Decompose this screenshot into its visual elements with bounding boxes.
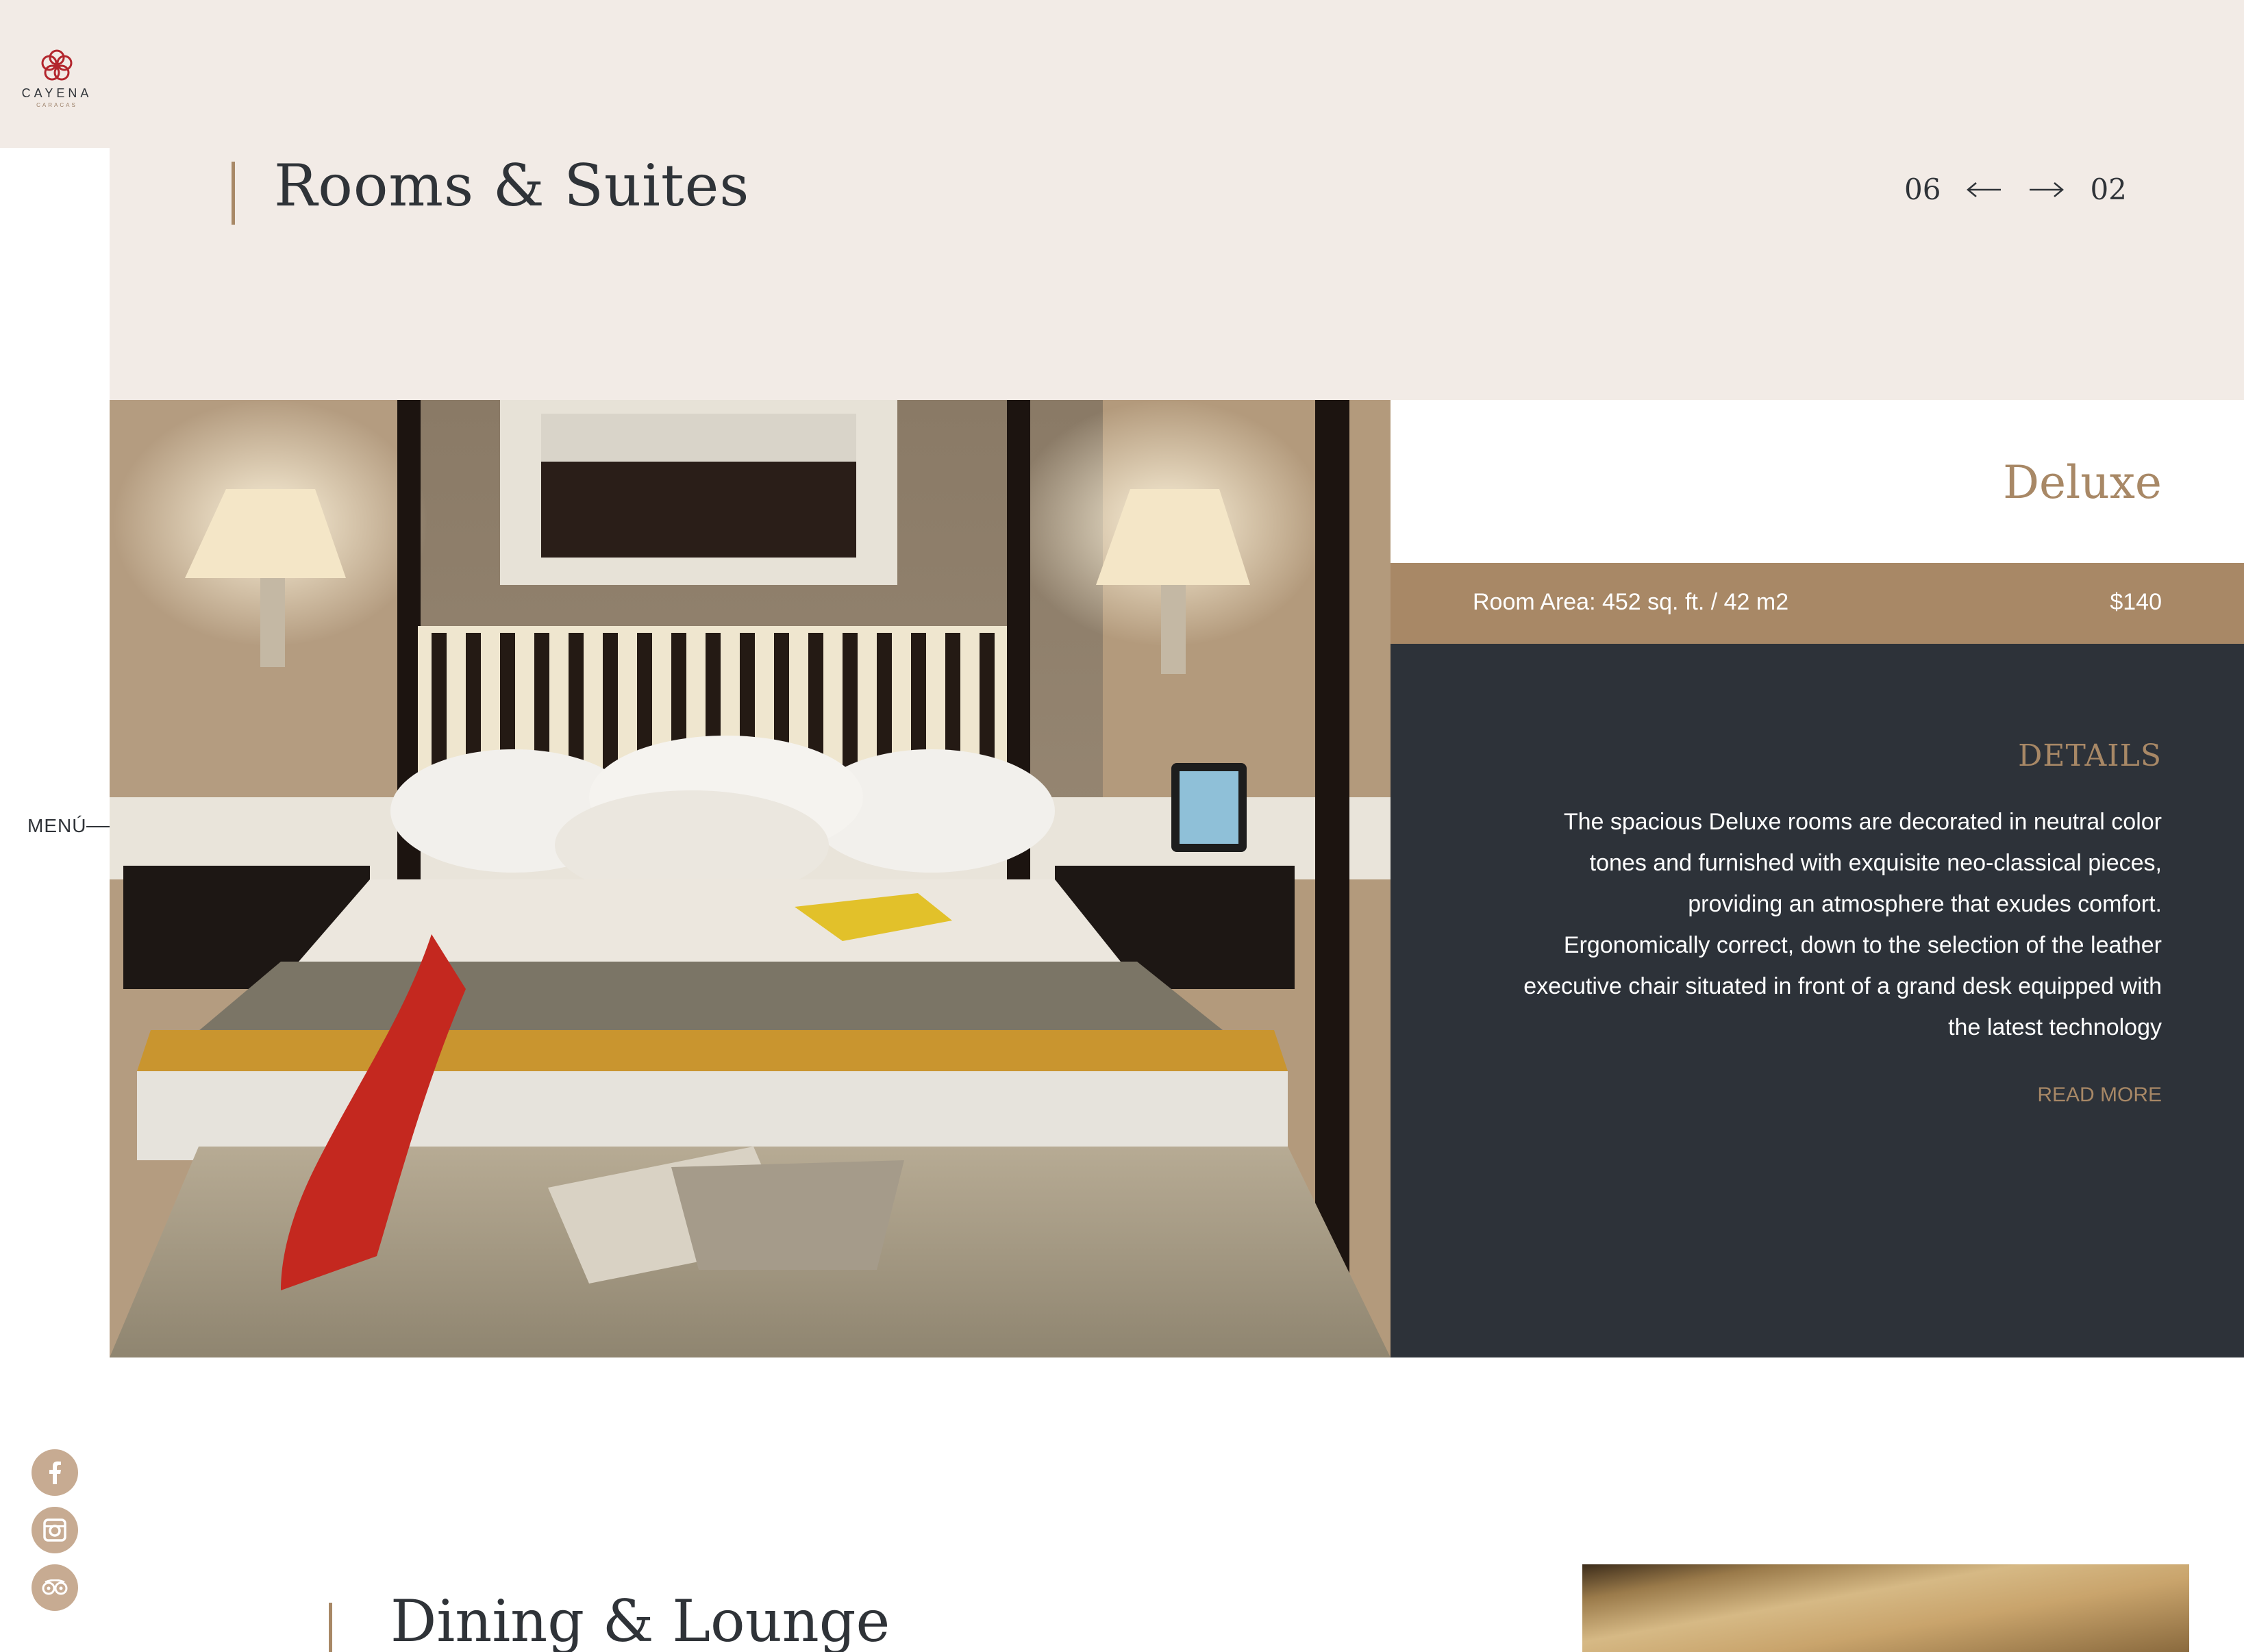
section-title-dining: Dining & Lounge: [390, 1588, 890, 1652]
description-line: Ergonomically correct, down to the selec…: [1563, 932, 2162, 958]
room-area: Room Area: 452 sq. ft. / 42 m2: [1473, 589, 1789, 615]
read-more-link[interactable]: READ MORE: [2037, 1084, 2162, 1107]
brand-name: CAYENA: [21, 86, 92, 100]
dining-accent-bar: [329, 1603, 332, 1652]
details-panel: DETAILS The spacious Deluxe rooms are de…: [1391, 644, 2244, 1357]
title-accent-bar: [232, 162, 235, 225]
instagram-link[interactable]: [32, 1507, 78, 1553]
left-rail: [0, 148, 110, 1652]
page-title: Rooms & Suites: [274, 152, 750, 219]
dining-photo: [1582, 1564, 2189, 1652]
next-button[interactable]: [2028, 182, 2065, 198]
menu-toggle[interactable]: MENÚ: [27, 815, 86, 837]
facebook-link[interactable]: [32, 1449, 78, 1496]
brand-logo[interactable]: CAYENA CARACAS: [19, 48, 95, 108]
room-price: $140: [2110, 589, 2162, 615]
instagram-icon: [43, 1518, 66, 1542]
description-line: executive chair situated in front of a g…: [1523, 973, 2162, 999]
arrow-right-icon: [2030, 182, 2065, 197]
pager-total: 06: [1904, 173, 1941, 206]
description-line: tones and furnished with exquisite neo-c…: [1589, 850, 2162, 876]
arrow-left-icon: [1967, 182, 2002, 197]
room-info-bar: Room Area: 452 sq. ft. / 42 m2 $140: [1391, 563, 2244, 644]
facebook-icon: [49, 1461, 61, 1484]
menu-line: [86, 826, 110, 827]
pager-current: 02: [2090, 173, 2127, 206]
tripadvisor-icon: [42, 1579, 68, 1595]
details-title: DETAILS: [2018, 738, 2162, 773]
flower-logo-icon: [41, 49, 73, 81]
tripadvisor-link[interactable]: [32, 1564, 78, 1611]
room-photo: [110, 400, 1391, 1357]
room-name: Deluxe: [2003, 456, 2162, 509]
brand-tagline: CARACAS: [36, 102, 77, 108]
description-line: the latest technology: [1948, 1014, 2162, 1040]
room-name-area: Deluxe: [1391, 400, 2244, 563]
prev-button[interactable]: [1967, 182, 2002, 198]
room-pager: 06 02: [1904, 173, 2127, 206]
description-line: providing an atmosphere that exudes comf…: [1688, 891, 2162, 917]
room-description: The spacious Deluxe rooms are decorated …: [1449, 801, 2162, 1048]
description-line: The spacious Deluxe rooms are decorated …: [1563, 809, 2162, 835]
